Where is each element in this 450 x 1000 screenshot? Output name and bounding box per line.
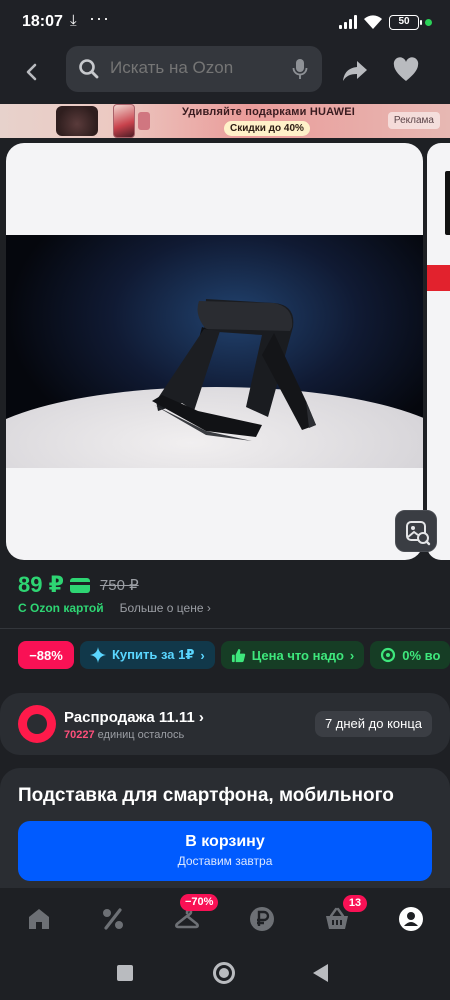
- price-more-link[interactable]: Больше о цене ›: [120, 601, 211, 615]
- share-icon[interactable]: [340, 56, 370, 86]
- thumbs-up-icon: [231, 648, 245, 662]
- ad-speaker-image: [56, 106, 98, 136]
- phone-stand-image: [152, 299, 316, 441]
- ad-phone-image: [113, 104, 135, 138]
- units-left-count: 70227: [64, 729, 95, 741]
- bottom-navigation: −70% 13: [0, 888, 450, 948]
- system-back-icon[interactable]: [313, 964, 328, 982]
- ad-title: Удивляйте подарками HUAWEI: [182, 106, 356, 118]
- price-details: С Ozon картой Больше о цене ›: [18, 600, 211, 616]
- ozon-card-label: С Ozon картой: [18, 601, 104, 615]
- search-icon: [79, 59, 99, 79]
- back-icon: [26, 63, 37, 81]
- price-row: 89 ₽ 750 ₽: [18, 572, 139, 598]
- promo-chips: −88% Купить за 1₽ › Цена что надо › 0% в…: [18, 641, 450, 669]
- sale-deadline: 7 дней до конца: [314, 711, 432, 737]
- ozon-card-icon: [69, 577, 90, 593]
- status-bar: 18:07 ⤓ ··· 50: [0, 0, 450, 44]
- mic-icon[interactable]: [292, 58, 308, 80]
- product-title: Подставка для смартфона, мобильного: [18, 785, 394, 806]
- add-to-cart-label: В корзину: [185, 833, 265, 850]
- old-price: 750 ₽: [99, 577, 139, 594]
- more-notifications-icon: ···: [89, 8, 110, 28]
- similar-tab: [378, 521, 394, 543]
- similar-search-icon: [406, 521, 431, 546]
- home-icon[interactable]: [26, 906, 52, 932]
- profile-icon[interactable]: [398, 906, 424, 932]
- top-navigation: [0, 44, 450, 100]
- buy-for-1-label: Купить за 1₽: [112, 647, 195, 662]
- discount-nav-badge: −70%: [180, 894, 219, 911]
- wifi-icon: [364, 15, 382, 29]
- charging-indicator: [425, 18, 432, 26]
- battery-icon: 50: [389, 14, 422, 30]
- search-input[interactable]: [110, 58, 280, 78]
- units-left-text: единиц осталось: [94, 729, 185, 741]
- ad-watch-image: [138, 112, 150, 130]
- units-left: 70227 единиц осталось: [64, 729, 184, 741]
- good-price-chip[interactable]: Цена что надо ›: [220, 641, 365, 669]
- buy-for-1-chip[interactable]: Купить за 1₽ ›: [80, 641, 215, 669]
- search-bar[interactable]: [66, 46, 322, 92]
- divider: [0, 628, 450, 629]
- product-photo[interactable]: [6, 235, 423, 468]
- discount-badge: −88%: [18, 641, 74, 669]
- cart-count-badge: 13: [343, 895, 367, 912]
- status-indicators: 50: [339, 12, 432, 32]
- signal-icon: [339, 15, 357, 29]
- home-button-icon[interactable]: [213, 962, 235, 984]
- percent-icon[interactable]: [100, 906, 126, 932]
- status-time: 18:07: [22, 13, 63, 30]
- similar-search-button[interactable]: [395, 510, 437, 552]
- good-price-label: Цена что надо: [251, 647, 344, 663]
- heart-icon[interactable]: [392, 56, 420, 84]
- sale-icon: [18, 705, 56, 743]
- current-price: 89 ₽: [18, 572, 64, 597]
- product-gallery[interactable]: [6, 143, 423, 560]
- installment-icon: [381, 647, 396, 663]
- back-button[interactable]: [16, 56, 48, 88]
- chevron-right-icon: ›: [349, 647, 355, 663]
- sale-card[interactable]: Распродажа 11.11 › 70227 единиц осталось…: [0, 693, 450, 755]
- zero-percent-chip[interactable]: 0% во: [370, 641, 450, 669]
- chevron-right-icon: ›: [200, 647, 205, 663]
- delivery-label: Доставим завтра: [177, 854, 273, 868]
- ad-label[interactable]: Реклама: [387, 112, 440, 129]
- ad-banner[interactable]: Удивляйте подарками HUAWEI Скидки до 40%…: [0, 104, 450, 138]
- download-icon: ⤓: [70, 12, 77, 29]
- recents-icon[interactable]: [117, 965, 133, 981]
- sparkle-icon: [90, 647, 106, 663]
- ad-discount: Скидки до 40%: [224, 121, 310, 136]
- system-navigation: [0, 948, 450, 1000]
- add-to-cart-button[interactable]: В корзину Доставим завтра: [18, 821, 432, 881]
- sale-title[interactable]: Распродажа 11.11 ›: [64, 709, 204, 726]
- zero-percent-label: 0% во: [402, 647, 441, 663]
- ruble-icon[interactable]: [249, 906, 275, 932]
- next-gallery-card[interactable]: [427, 143, 450, 560]
